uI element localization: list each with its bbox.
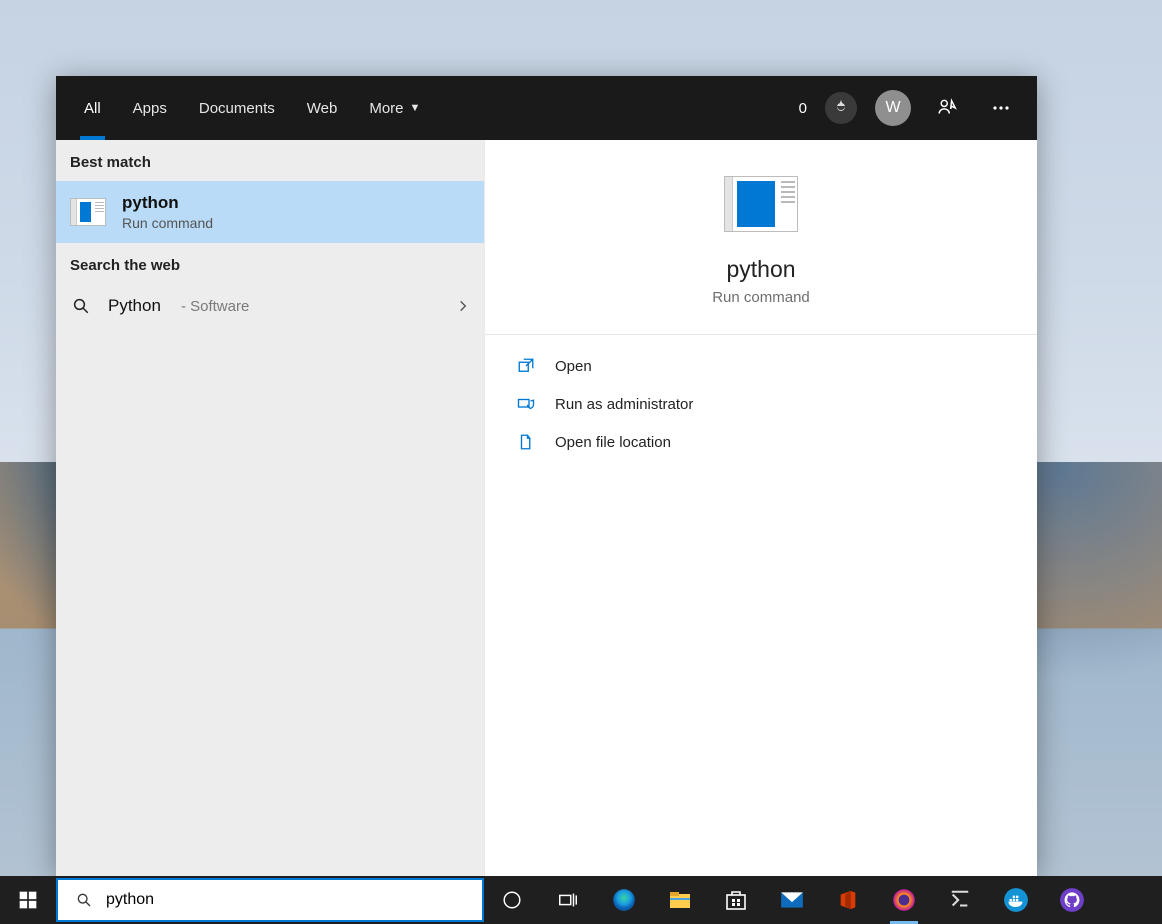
tab-label: All [84,100,101,117]
avatar-initial: W [885,99,900,117]
web-result-title: Python [108,296,161,316]
taskbar-search-input[interactable] [106,891,482,909]
detail-app-icon [724,176,798,232]
detail-subtitle: Run command [712,289,810,306]
tab-more[interactable]: More ▼ [353,76,436,140]
action-open-location[interactable]: Open file location [485,423,1037,461]
taskbar-search-box[interactable] [56,878,484,922]
detail-actions: Open Run as administrator Open file loca… [485,335,1037,473]
open-icon [515,357,537,375]
tab-apps[interactable]: Apps [117,76,183,140]
task-view-icon[interactable] [540,876,596,924]
tab-label: More [369,100,403,117]
results-panel: Best match python Run command Search the… [56,140,485,876]
rewards-count: 0 [799,100,807,117]
search-web-header: Search the web [56,243,484,284]
admin-shield-icon [515,395,537,413]
best-match-result[interactable]: python Run command [56,181,484,243]
action-label: Open [555,358,592,375]
taskbar [0,876,1162,924]
cortana-icon[interactable] [484,876,540,924]
web-result[interactable]: Python - Software [56,284,484,328]
chevron-right-icon [456,299,470,313]
file-explorer-icon[interactable] [652,876,708,924]
taskbar-pinned-apps [484,876,1100,924]
search-flyout: All Apps Documents Web More ▼ 0 W [56,76,1037,876]
run-command-icon [70,194,106,230]
caret-down-icon: ▼ [410,102,421,114]
action-label: Run as administrator [555,396,693,413]
firefox-icon[interactable] [876,876,932,924]
docker-icon[interactable] [988,876,1044,924]
search-header: All Apps Documents Web More ▼ 0 W [56,76,1037,140]
tab-documents[interactable]: Documents [183,76,291,140]
tab-all[interactable]: All [68,76,117,140]
detail-panel: python Run command Open Run as administr… [485,140,1037,876]
action-label: Open file location [555,434,671,451]
result-title: python [122,193,213,213]
web-result-suffix: - Software [181,298,249,315]
office-icon[interactable] [820,876,876,924]
terminal-icon[interactable] [932,876,988,924]
tab-label: Apps [133,100,167,117]
best-match-header: Best match [56,140,484,181]
user-avatar[interactable]: W [875,90,911,126]
start-button[interactable] [0,876,56,924]
feedback-icon[interactable] [929,90,965,126]
tab-label: Web [307,100,338,117]
edge-browser-icon[interactable] [596,876,652,924]
windows-logo-icon [18,890,38,910]
tab-label: Documents [199,100,275,117]
microsoft-store-icon[interactable] [708,876,764,924]
github-icon[interactable] [1044,876,1100,924]
search-icon [76,892,92,908]
tab-web[interactable]: Web [291,76,354,140]
search-icon [70,297,92,315]
more-options-icon[interactable] [983,90,1019,126]
mail-icon[interactable] [764,876,820,924]
folder-location-icon [515,433,537,451]
action-run-admin[interactable]: Run as administrator [485,385,1037,423]
action-open[interactable]: Open [485,347,1037,385]
detail-title: python [726,256,795,283]
result-subtitle: Run command [122,215,213,231]
rewards-badge-icon[interactable] [825,92,857,124]
search-tabs: All Apps Documents Web More ▼ [68,76,436,140]
